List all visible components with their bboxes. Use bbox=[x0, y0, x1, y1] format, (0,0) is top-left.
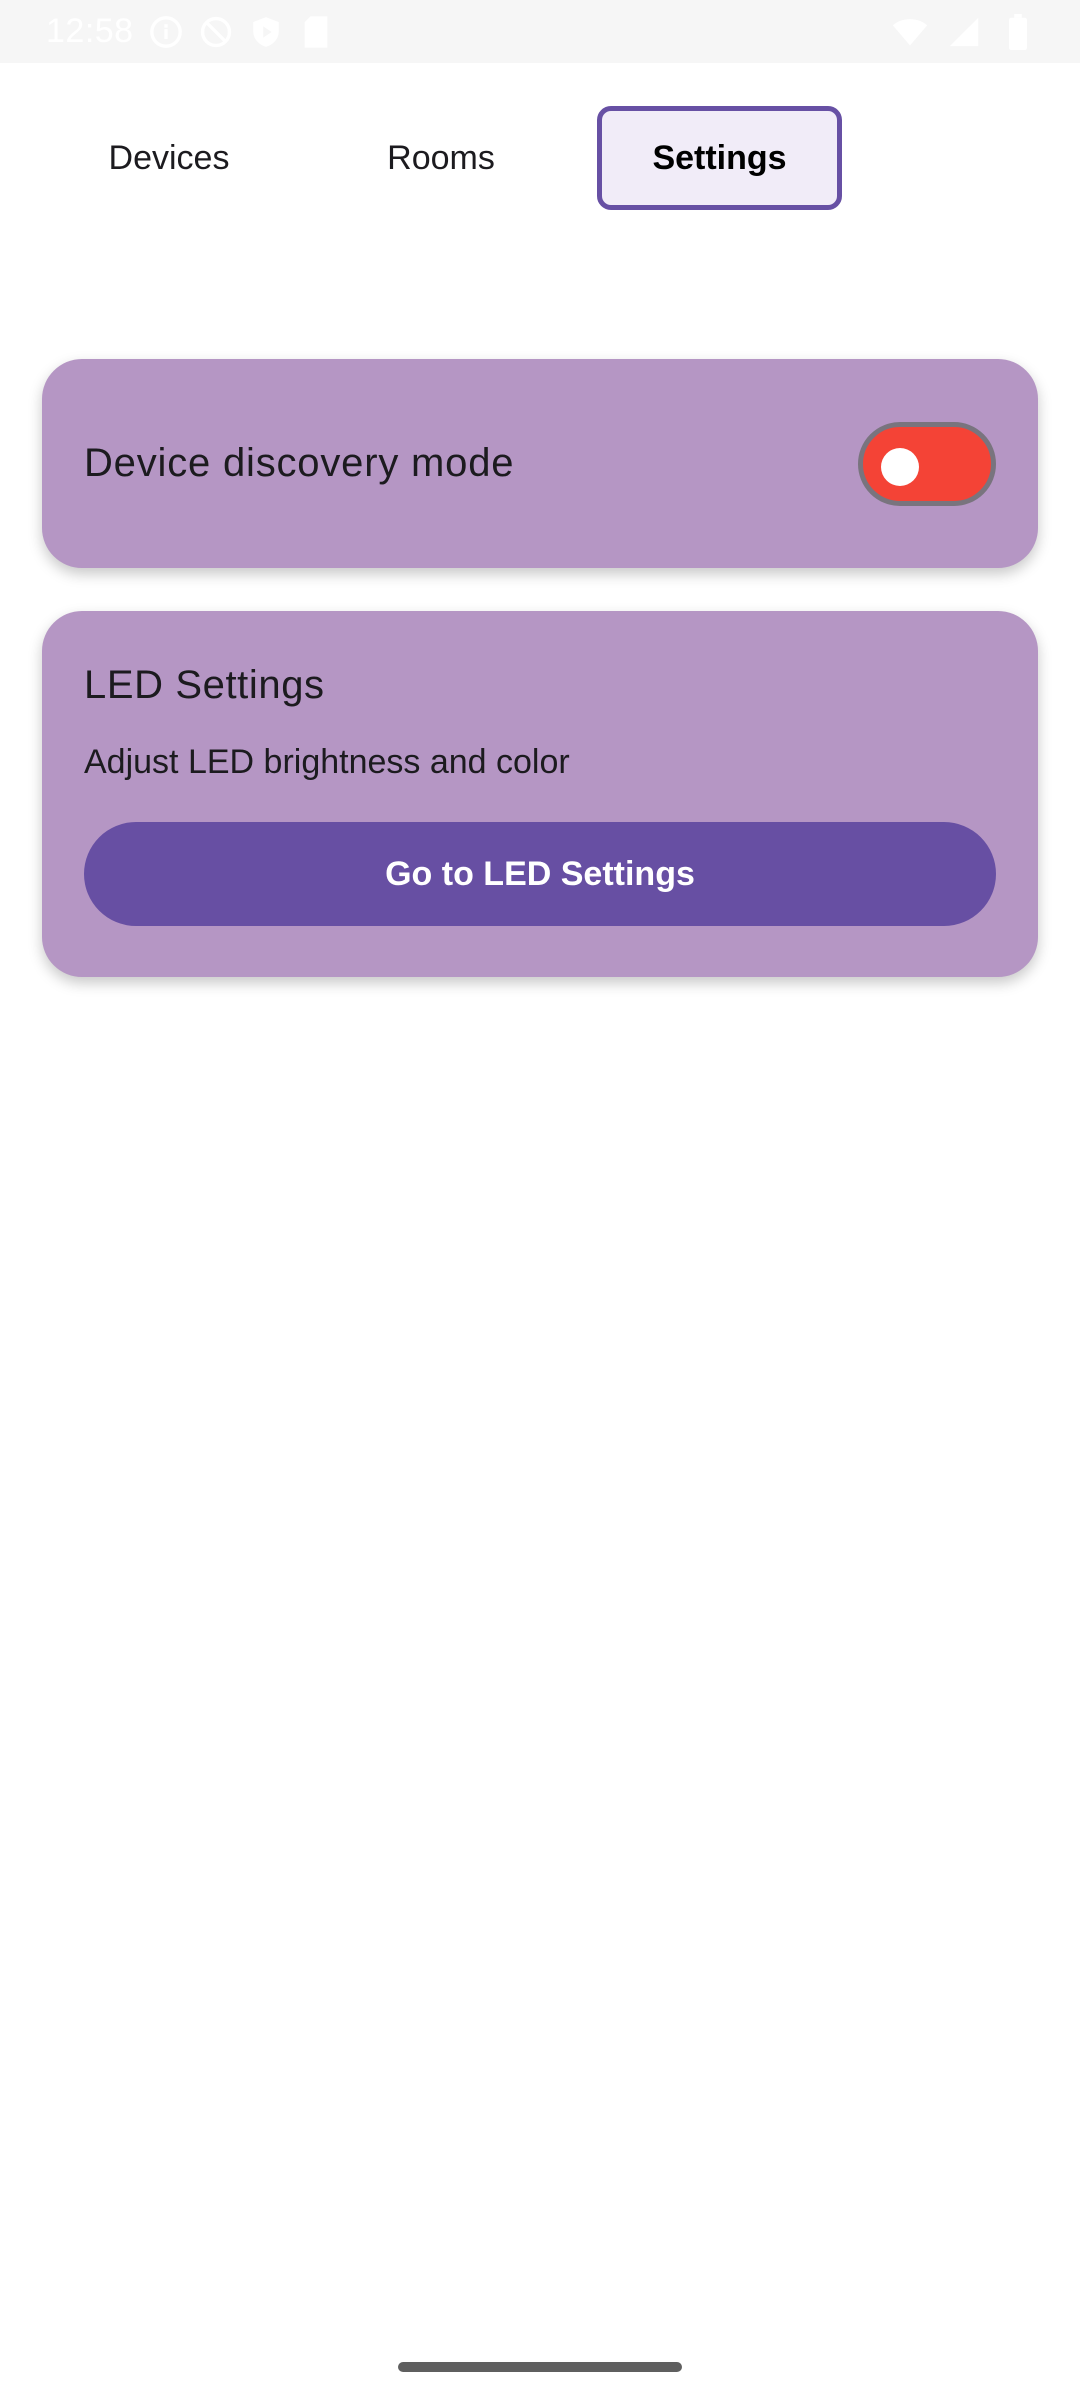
go-to-led-settings-button[interactable]: Go to LED Settings bbox=[84, 822, 996, 926]
battery-icon bbox=[1000, 13, 1036, 50]
cell-signal-icon bbox=[946, 14, 982, 50]
device-discovery-card: Device discovery mode bbox=[42, 359, 1038, 568]
shield-play-icon bbox=[248, 14, 284, 50]
sd-card-icon bbox=[298, 14, 334, 50]
info-icon bbox=[148, 14, 184, 50]
toggle-thumb bbox=[881, 448, 919, 486]
go-to-led-settings-label: Go to LED Settings bbox=[385, 854, 695, 893]
tab-bar: Devices Rooms Settings bbox=[0, 106, 1080, 210]
led-settings-subtitle: Adjust LED brightness and color bbox=[84, 743, 570, 781]
status-left: 12:58 bbox=[46, 0, 334, 63]
wifi-icon bbox=[892, 14, 928, 50]
tab-settings-label: Settings bbox=[652, 138, 787, 177]
tab-rooms[interactable]: Rooms bbox=[320, 106, 562, 210]
tab-devices-label: Devices bbox=[108, 138, 230, 177]
tab-rooms-label: Rooms bbox=[387, 138, 495, 177]
status-time: 12:58 bbox=[46, 12, 134, 50]
device-discovery-label: Device discovery mode bbox=[84, 441, 515, 485]
do-not-disturb-icon bbox=[198, 14, 234, 50]
tab-devices[interactable]: Devices bbox=[48, 106, 290, 210]
led-settings-title: LED Settings bbox=[84, 663, 325, 707]
led-settings-card: LED Settings Adjust LED brightness and c… bbox=[42, 611, 1038, 977]
tab-settings[interactable]: Settings bbox=[597, 106, 842, 210]
gesture-nav-handle[interactable] bbox=[398, 2362, 682, 2372]
device-discovery-toggle[interactable] bbox=[858, 422, 996, 506]
status-right bbox=[892, 0, 1036, 63]
status-bar: 12:58 bbox=[0, 0, 1080, 63]
